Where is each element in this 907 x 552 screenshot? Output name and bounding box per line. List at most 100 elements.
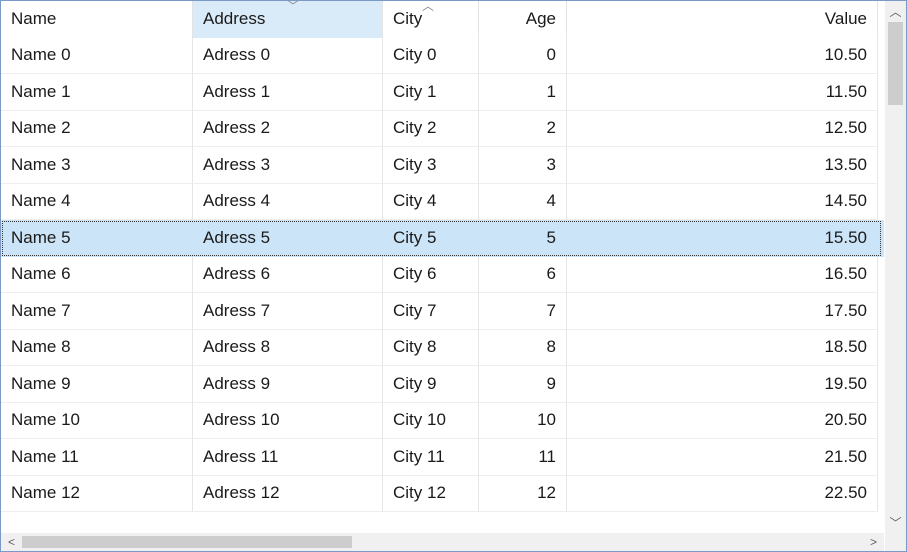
cell-city: City 8 — [383, 329, 479, 366]
cell-address: Adress 10 — [193, 402, 383, 439]
list-row[interactable]: Name 5 Adress 5 City 5 5 15.50 — [1, 220, 884, 257]
cell-name: Name 0 — [1, 37, 193, 74]
cell-city: City 1 — [383, 74, 479, 111]
cell-name: Name 3 — [1, 147, 193, 184]
cell-city: City 10 — [383, 402, 479, 439]
list-view-viewport: Name ﹀ Address ︿ City Age Value Name 0 Ad… — [1, 1, 884, 533]
column-header-label: Age — [525, 9, 556, 29]
cell-name: Name 12 — [1, 475, 193, 512]
cell-value: 21.50 — [567, 439, 878, 476]
column-header-label: Name — [11, 9, 57, 29]
list-row[interactable]: Name 9 Adress 9 City 9 9 19.50 — [1, 366, 884, 403]
cell-age: 11 — [479, 439, 567, 476]
cell-value: 12.50 — [567, 110, 878, 147]
cell-value: 10.50 — [567, 37, 878, 74]
chevron-down-icon[interactable]: ﹀ — [885, 512, 906, 533]
cell-name: Name 8 — [1, 329, 193, 366]
list-row[interactable]: Name 7 Adress 7 City 7 7 17.50 — [1, 293, 884, 330]
cell-address: Adress 7 — [193, 293, 383, 330]
cell-name: Name 11 — [1, 439, 193, 476]
column-header-label: Value — [824, 9, 867, 29]
chevron-right-icon[interactable]: > — [863, 533, 884, 551]
cell-address: Adress 9 — [193, 366, 383, 403]
cell-value: 18.50 — [567, 329, 878, 366]
cell-age: 12 — [479, 475, 567, 512]
cell-age: 0 — [479, 37, 567, 74]
cell-address: Adress 4 — [193, 183, 383, 220]
chevron-up-icon[interactable]: ︿ — [885, 1, 906, 22]
cell-city: City 0 — [383, 37, 479, 74]
column-header-label: City — [393, 9, 423, 29]
cell-age: 4 — [479, 183, 567, 220]
cell-city: City 3 — [383, 147, 479, 184]
column-header-label: Address — [203, 9, 266, 29]
cell-address: Adress 11 — [193, 439, 383, 476]
list-row[interactable]: Name 0 Adress 0 City 0 0 10.50 — [1, 37, 884, 74]
cell-name: Name 4 — [1, 183, 193, 220]
cell-address: Adress 8 — [193, 329, 383, 366]
cell-city: City 7 — [383, 293, 479, 330]
vertical-scroll-thumb[interactable] — [888, 22, 903, 105]
cell-value: 19.50 — [567, 366, 878, 403]
cell-value: 16.50 — [567, 256, 878, 293]
cell-value: 11.50 — [567, 74, 878, 111]
cell-address: Adress 0 — [193, 37, 383, 74]
cell-value: 17.50 — [567, 293, 878, 330]
list-row[interactable]: Name 8 Adress 8 City 8 8 18.50 — [1, 329, 884, 366]
column-header-row: Name ﹀ Address ︿ City Age Value — [1, 1, 884, 38]
list-row[interactable]: Name 10 Adress 10 City 10 10 20.50 — [1, 402, 884, 439]
cell-age: 3 — [479, 147, 567, 184]
cell-name: Name 7 — [1, 293, 193, 330]
cell-city: City 12 — [383, 475, 479, 512]
column-header-city[interactable]: ︿ City — [383, 1, 479, 38]
cell-name: Name 1 — [1, 74, 193, 111]
column-header-address[interactable]: ﹀ Address — [193, 1, 383, 38]
cell-name: Name 5 — [1, 220, 193, 257]
cell-name: Name 9 — [1, 366, 193, 403]
column-header-age[interactable]: Age — [479, 1, 567, 38]
cell-age: 8 — [479, 329, 567, 366]
cell-city: City 5 — [383, 220, 479, 257]
chevron-up-icon: ︿ — [421, 1, 434, 13]
chevron-down-icon: ﹀ — [286, 1, 299, 13]
list-row[interactable]: Name 6 Adress 6 City 6 6 16.50 — [1, 256, 884, 293]
cell-age: 6 — [479, 256, 567, 293]
cell-age: 1 — [479, 74, 567, 111]
list-row[interactable]: Name 3 Adress 3 City 3 3 13.50 — [1, 147, 884, 184]
cell-city: City 9 — [383, 366, 479, 403]
cell-age: 7 — [479, 293, 567, 330]
list-row[interactable]: Name 11 Adress 11 City 11 11 21.50 — [1, 439, 884, 476]
column-header-name[interactable]: Name — [1, 1, 193, 38]
column-header-value[interactable]: Value — [567, 1, 878, 38]
cell-value: 22.50 — [567, 475, 878, 512]
cell-address: Adress 5 — [193, 220, 383, 257]
horizontal-scrollbar[interactable]: < > — [1, 533, 884, 551]
cell-address: Adress 12 — [193, 475, 383, 512]
list-row[interactable]: Name 1 Adress 1 City 1 1 11.50 — [1, 74, 884, 111]
cell-value: 20.50 — [567, 402, 878, 439]
cell-address: Adress 2 — [193, 110, 383, 147]
cell-name: Name 6 — [1, 256, 193, 293]
vertical-scrollbar[interactable]: ︿ ﹀ — [885, 1, 906, 533]
list-row[interactable]: Name 4 Adress 4 City 4 4 14.50 — [1, 183, 884, 220]
chevron-left-icon[interactable]: < — [1, 533, 22, 551]
cell-value: 13.50 — [567, 147, 878, 184]
horizontal-scroll-thumb[interactable] — [22, 536, 352, 548]
cell-city: City 6 — [383, 256, 479, 293]
cell-address: Adress 6 — [193, 256, 383, 293]
cell-name: Name 2 — [1, 110, 193, 147]
cell-name: Name 10 — [1, 402, 193, 439]
list-rows: Name 0 Adress 0 City 0 0 10.50 Name 1 Adress 1… — [1, 37, 884, 512]
cell-address: Adress 3 — [193, 147, 383, 184]
cell-city: City 2 — [383, 110, 479, 147]
cell-address: Adress 1 — [193, 74, 383, 111]
cell-age: 9 — [479, 366, 567, 403]
scrollbar-corner — [885, 533, 906, 551]
cell-age: 5 — [479, 220, 567, 257]
list-row[interactable]: Name 2 Adress 2 City 2 2 12.50 — [1, 110, 884, 147]
cell-city: City 11 — [383, 439, 479, 476]
list-view[interactable]: Name ﹀ Address ︿ City Age Value Name 0 Ad… — [0, 0, 907, 552]
cell-value: 15.50 — [567, 220, 878, 257]
cell-age: 10 — [479, 402, 567, 439]
list-row[interactable]: Name 12 Adress 12 City 12 12 22.50 — [1, 475, 884, 512]
